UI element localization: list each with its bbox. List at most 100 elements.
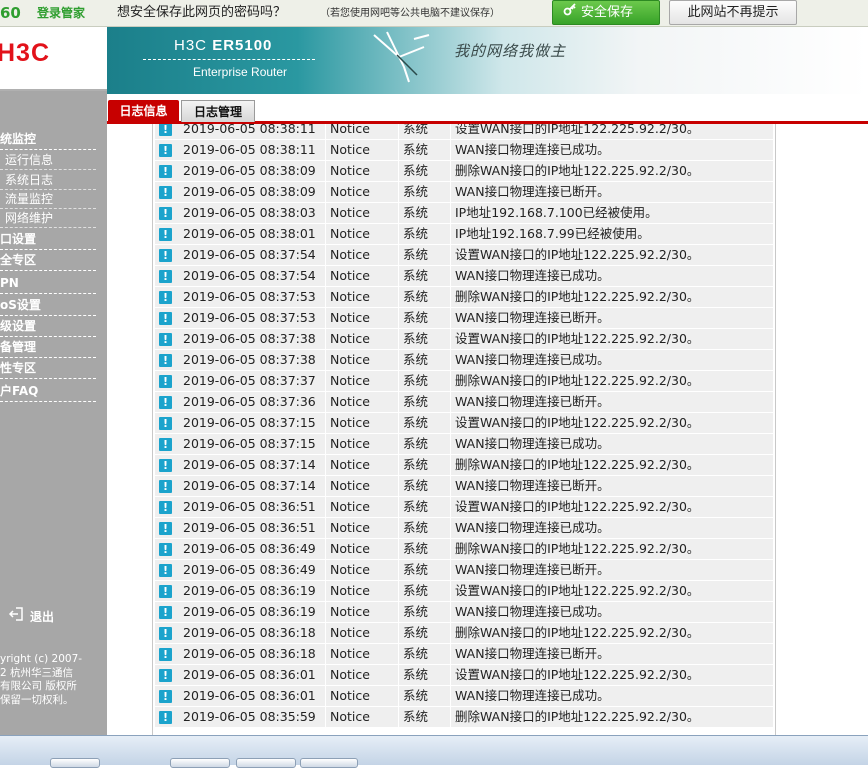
column-separator: [450, 518, 451, 538]
table-row: ! 2019-06-05 08:36:51 Notice 系统 设置WAN接口的IP地址…: [155, 497, 773, 518]
sidebar-item-user-faq[interactable]: 户FAQ: [0, 381, 96, 402]
column-separator: [325, 497, 326, 517]
log-type: 系统: [403, 436, 429, 451]
notice-icon: !: [159, 203, 173, 223]
info-icon: !: [159, 249, 172, 262]
log-level: Notice: [330, 436, 370, 451]
column-separator: [398, 140, 399, 160]
log-time: 2019-06-05 08:35:59: [183, 709, 316, 724]
log-time: 2019-06-05 08:37:38: [183, 331, 316, 346]
log-type: 系统: [403, 373, 429, 388]
sidebar-item-system-log[interactable]: 系统日志: [0, 171, 96, 190]
info-icon: !: [159, 669, 172, 682]
notice-icon: !: [159, 413, 173, 433]
info-icon: !: [159, 543, 172, 556]
log-type: 系统: [403, 520, 429, 535]
info-icon: !: [159, 207, 172, 220]
column-separator: [398, 539, 399, 559]
log-time: 2019-06-05 08:36:19: [183, 583, 316, 598]
log-type: 系统: [403, 604, 429, 619]
sidebar-item-feature-zone[interactable]: 性专区: [0, 358, 96, 379]
column-separator: [325, 371, 326, 391]
log-level: Notice: [330, 625, 370, 640]
column-separator: [450, 560, 451, 580]
column-separator: [325, 560, 326, 580]
never-prompt-button[interactable]: 此网站不再提示: [669, 0, 797, 25]
log-type: 系统: [403, 625, 429, 640]
log-table[interactable]: ! 2019-06-05 08:38:11 Notice 系统 设置WAN接口的IP地址…: [152, 124, 776, 735]
column-separator: [398, 644, 399, 664]
notice-icon: !: [159, 518, 173, 538]
info-icon: !: [159, 585, 172, 598]
notice-icon: !: [159, 707, 173, 727]
table-row: ! 2019-06-05 08:36:19 Notice 系统 WAN接口物理连接已成功…: [155, 602, 773, 623]
browser-360-logo: 60: [0, 4, 21, 22]
log-message: 删除WAN接口的IP地址122.225.92.2/30。: [455, 541, 700, 556]
sidebar-item-advanced-settings[interactable]: 级设置: [0, 316, 96, 337]
table-row: ! 2019-06-05 08:36:49 Notice 系统 删除WAN接口的IP地址…: [155, 539, 773, 560]
column-separator: [450, 124, 451, 139]
info-icon: !: [159, 270, 172, 283]
sidebar-item-vpn[interactable]: PN: [0, 273, 96, 294]
table-row: ! 2019-06-05 08:37:38 Notice 系统 WAN接口物理连接已成功…: [155, 350, 773, 371]
log-type: 系统: [403, 205, 429, 220]
log-message: 设置WAN接口的IP地址122.225.92.2/30。: [455, 247, 700, 262]
logout-button[interactable]: 退出: [8, 607, 54, 626]
column-separator: [398, 287, 399, 307]
column-separator: [450, 644, 451, 664]
column-separator: [398, 203, 399, 223]
log-type: 系统: [403, 289, 429, 304]
sidebar-item-system-monitor[interactable]: 统监控: [0, 129, 96, 150]
log-level: Notice: [330, 562, 370, 577]
log-type: 系统: [403, 247, 429, 262]
sidebar-item-device-management[interactable]: 备管理: [0, 337, 96, 358]
info-icon: !: [159, 186, 172, 199]
log-message: WAN接口物理连接已断开。: [455, 184, 610, 199]
sidebar-item-traffic-monitor[interactable]: 流量监控: [0, 190, 96, 209]
column-separator: [325, 140, 326, 160]
sidebar-item-network-maintenance[interactable]: 网络维护: [0, 209, 96, 228]
key-icon: [563, 1, 577, 24]
log-message: WAN接口物理连接已成功。: [455, 688, 610, 703]
table-row: ! 2019-06-05 08:36:19 Notice 系统 设置WAN接口的IP地址…: [155, 581, 773, 602]
log-level: Notice: [330, 478, 370, 493]
copyright-line: 保留一切权利。: [0, 693, 74, 706]
column-separator: [325, 539, 326, 559]
log-time: 2019-06-05 08:37:15: [183, 415, 316, 430]
login-manager-label: 登录管家: [37, 6, 86, 20]
table-row: ! 2019-06-05 08:36:18 Notice 系统 WAN接口物理连接已断开…: [155, 644, 773, 665]
info-icon: !: [159, 291, 172, 304]
sidebar-item-qos-settings[interactable]: oS设置: [0, 295, 96, 316]
taskbar-button[interactable]: [50, 758, 100, 768]
log-type: 系统: [403, 583, 429, 598]
column-separator: [450, 224, 451, 244]
log-message: 设置WAN接口的IP地址122.225.92.2/30。: [455, 124, 700, 136]
taskbar: [0, 735, 868, 768]
taskbar-button[interactable]: [236, 758, 296, 768]
column-separator: [325, 434, 326, 454]
info-icon: !: [159, 480, 172, 493]
notice-icon: !: [159, 350, 173, 370]
log-message: 设置WAN接口的IP地址122.225.92.2/30。: [455, 583, 700, 598]
log-time: 2019-06-05 08:37:14: [183, 457, 316, 472]
column-separator: [450, 623, 451, 643]
log-level: Notice: [330, 604, 370, 619]
tab-log-info[interactable]: 日志信息: [108, 100, 179, 122]
taskbar-button[interactable]: [300, 758, 358, 768]
log-time: 2019-06-05 08:36:18: [183, 625, 316, 640]
sidebar-item-security-zone[interactable]: 全专区: [0, 250, 96, 271]
tab-log-management[interactable]: 日志管理: [181, 100, 255, 122]
table-row: ! 2019-06-05 08:37:37 Notice 系统 删除WAN接口的IP地址…: [155, 371, 773, 392]
main-content: ! 2019-06-05 08:38:11 Notice 系统 设置WAN接口的IP地址…: [107, 124, 868, 735]
sidebar-item-run-info[interactable]: 运行信息: [0, 151, 96, 170]
table-row: ! 2019-06-05 08:37:38 Notice 系统 设置WAN接口的IP地址…: [155, 329, 773, 350]
log-type: 系统: [403, 352, 429, 367]
info-icon: !: [159, 417, 172, 430]
taskbar-button[interactable]: [170, 758, 230, 768]
sidebar-item-interface-settings[interactable]: 口设置: [0, 229, 96, 250]
log-message: WAN接口物理连接已断开。: [455, 562, 610, 577]
notice-icon: !: [159, 455, 173, 475]
table-row: ! 2019-06-05 08:37:54 Notice 系统 WAN接口物理连接已成功…: [155, 266, 773, 287]
save-password-button[interactable]: 安全保存: [552, 0, 660, 25]
log-type: 系统: [403, 541, 429, 556]
